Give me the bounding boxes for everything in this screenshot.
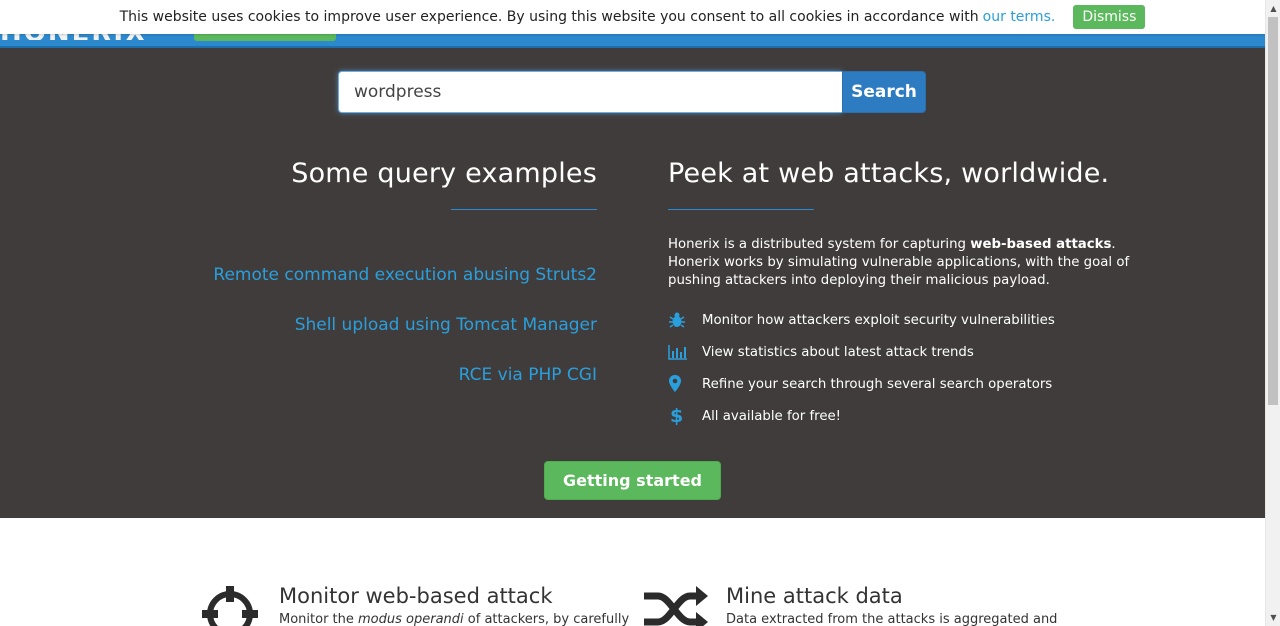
example-link-struts2[interactable]: Remote command execution abusing Struts2 (200, 265, 597, 285)
cookie-banner: This website uses cookies to improve use… (0, 0, 1265, 34)
vertical-scrollbar[interactable]: ▲ ▼ (1265, 0, 1280, 626)
feature-item: View statistics about latest attack tren… (668, 336, 1138, 368)
search-input[interactable] (338, 71, 842, 113)
feature-text: Monitor how attackers exploit security v… (702, 312, 1055, 328)
search-form: Search (338, 71, 926, 113)
shuffle-icon (644, 584, 710, 626)
monitor-text-italic: modus operandi (358, 612, 464, 626)
about-intro: Honerix is a distributed system for capt… (668, 236, 1138, 290)
page-viewport: HONERIX This website uses cookies to imp… (0, 0, 1265, 626)
search-button[interactable]: Search (842, 71, 926, 113)
dollar-icon: $ (670, 405, 684, 427)
monitor-description: Monitor the modus operandi of attackers,… (279, 612, 629, 626)
intro-text: Honerix is a distributed system for capt… (668, 237, 971, 252)
feature-text: View statistics about latest attack tren… (702, 344, 974, 360)
scroll-down-arrow-icon[interactable]: ▼ (1266, 609, 1280, 626)
mine-data-title: Mine attack data (726, 584, 903, 608)
mine-data-description: Data extracted from the attacks is aggre… (726, 612, 1058, 626)
feature-item: Monitor how attackers exploit security v… (668, 304, 1138, 336)
bug-icon (668, 311, 702, 329)
example-link-tomcat[interactable]: Shell upload using Tomcat Manager (200, 315, 597, 335)
feature-item: $ All available for free! (668, 400, 1138, 432)
mine-data-block: Mine attack data Data extracted from the… (726, 584, 1057, 626)
getting-started-button[interactable]: Getting started (544, 461, 721, 500)
query-examples-heading: Some query examples (291, 158, 597, 189)
monitor-block: Monitor web-based attack Monitor the mod… (279, 584, 629, 626)
heading-divider (668, 209, 814, 210)
heading-divider (451, 209, 597, 210)
example-link-php-cgi[interactable]: RCE via PHP CGI (200, 365, 597, 385)
map-marker-icon (668, 375, 702, 393)
cookie-message: This website uses cookies to improve use… (119, 9, 979, 25)
feature-item: Refine your search through several searc… (668, 368, 1138, 400)
feature-text: Refine your search through several searc… (702, 376, 1053, 392)
monitor-text-end: of attackers, by carefully (463, 612, 630, 626)
crosshairs-icon (202, 586, 258, 626)
about-heading: Peek at web attacks, worldwide. (668, 158, 1110, 189)
intro-bold-text: web-based attacks (970, 237, 1112, 252)
about-section: Peek at web attacks, worldwide. Honerix … (668, 158, 1138, 432)
features-section: Monitor web-based attack Monitor the mod… (0, 518, 1265, 626)
feature-text: All available for free! (702, 408, 842, 424)
monitor-text: Monitor the (279, 612, 359, 626)
scroll-thumb[interactable] (1268, 17, 1278, 405)
cookie-terms-link[interactable]: our terms. (983, 9, 1056, 25)
query-examples: Some query examples Remote command execu… (200, 158, 597, 385)
scroll-up-arrow-icon[interactable]: ▲ (1266, 0, 1280, 17)
monitor-title: Monitor web-based attack (279, 584, 553, 608)
dismiss-button[interactable]: Dismiss (1073, 5, 1146, 29)
feature-list: Monitor how attackers exploit security v… (668, 304, 1138, 432)
hero-section: Search Some query examples Remote comman… (0, 48, 1265, 518)
bar-chart-icon (668, 344, 702, 360)
